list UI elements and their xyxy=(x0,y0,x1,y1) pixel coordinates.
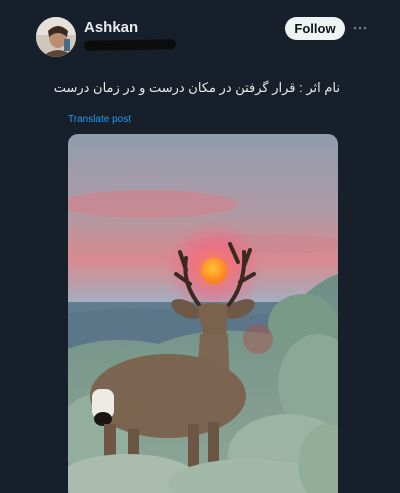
username[interactable]: Ashkan xyxy=(84,19,138,36)
follow-button[interactable]: Follow xyxy=(285,17,345,40)
more-horizontal-icon[interactable] xyxy=(352,20,368,36)
redacted-handle xyxy=(83,39,177,51)
post-text: نام اثر : قرار گرفتن در مکان درست و در ز… xyxy=(53,80,340,95)
avatar[interactable] xyxy=(36,17,76,57)
post-image[interactable] xyxy=(68,134,338,493)
translate-post-link[interactable]: Translate post xyxy=(68,114,131,125)
